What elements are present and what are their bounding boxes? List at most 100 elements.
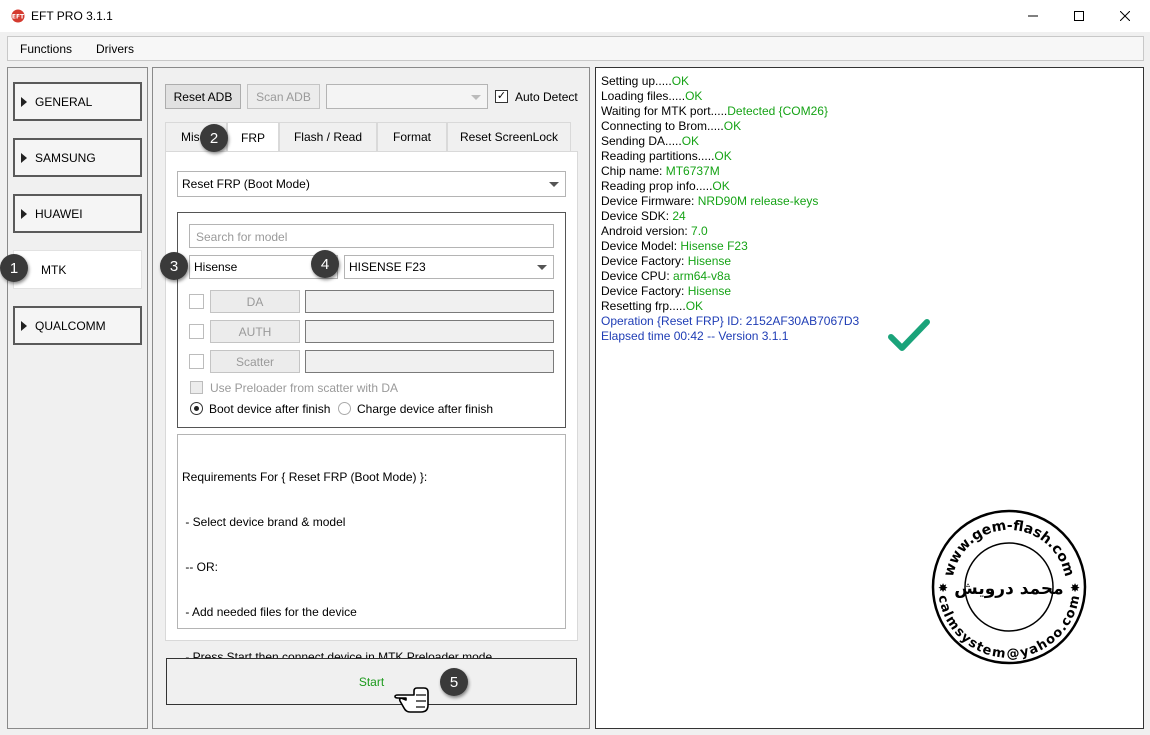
sidebar-item-mtk[interactable]: MTK [13,250,142,289]
log-label: Chip name: [601,164,666,178]
expand-arrow-icon [21,152,27,163]
log-line: Connecting to Brom.....OK [601,119,741,133]
tab-reset-screenlock[interactable]: Reset ScreenLock [447,122,571,151]
tab-frp[interactable]: FRP [227,122,279,152]
watermark-name-text: محمد درويش [954,579,1063,599]
scatter-checkbox[interactable] [189,354,204,369]
window-title: EFT PRO 3.1.1 [31,9,113,23]
step-badge-2: 2 [200,124,228,152]
log-value: Hisense F23 [680,239,748,253]
tab-flash-read[interactable]: Flash / Read [279,122,377,151]
search-placeholder: Search for model [196,230,288,244]
dropdown-arrow-icon [471,94,481,100]
model-search-input[interactable]: Search for model [189,224,554,248]
log-label: Device Factory: [601,254,688,268]
log-label: Setting up..... [601,74,672,88]
tab-format[interactable]: Format [377,122,447,151]
requirements-line: - Select device brand & model [182,515,346,529]
radio-selected-dot [194,406,199,411]
sidebar-item-huawei[interactable]: HUAWEI [13,194,142,233]
sidebar-item-general[interactable]: GENERAL [13,82,142,121]
charge-after-finish-label: Charge device after finish [357,402,494,416]
start-label: Start [358,674,385,689]
scatter-path-field[interactable] [305,350,554,373]
log-value: Hisense [687,284,732,298]
log-label: Connecting to Brom..... [601,119,724,133]
app-logo-icon: EFT [11,9,25,23]
tab-label: FRP [241,130,265,145]
log-value: OK [714,149,732,163]
minimize-button[interactable] [1010,0,1056,32]
log-label: Waiting for MTK port..... [601,104,728,118]
frp-mode-value: Reset FRP (Boot Mode) [182,177,310,191]
log-line: Setting up.....OK [601,74,689,88]
sidebar-item-label: QUALCOMM [35,318,106,333]
log-value: 24 [672,209,686,223]
boot-after-finish-radio[interactable] [190,402,203,415]
minimize-icon [1028,15,1038,17]
log-value: OK [712,179,730,193]
log-line: Sending DA.....OK [601,134,699,148]
tab-label: Format [392,130,431,144]
log-info-line: Elapsed time 00:42 -- Version 3.1.1 [601,329,789,343]
use-preloader-label: Use Preloader from scatter with DA [210,381,399,395]
log-value: MT6737M [665,164,720,178]
log-label: Device Factory: [601,284,688,298]
log-value: OK [685,299,704,313]
log-value: OK [681,134,700,148]
scan-adb-button[interactable]: Scan ADB [247,84,320,109]
log-value: OK [671,74,690,88]
success-checkmark-icon [888,319,930,351]
auth-checkbox[interactable] [189,324,204,339]
log-label: Reading prop info..... [601,179,713,193]
log-label: Sending DA..... [601,134,682,148]
use-preloader-checkbox[interactable] [190,381,203,394]
model-value: HISENSE F23 [349,260,426,274]
auto-detect-checkbox[interactable]: ✓ [495,90,508,103]
log-line: Device Factory: Hisense [601,284,731,298]
port-select[interactable] [326,84,488,109]
sidebar-item-label: GENERAL [35,94,93,109]
close-button[interactable] [1102,0,1148,32]
menu-functions[interactable]: Functions [20,42,72,56]
model-select[interactable]: HISENSE F23 [344,255,554,279]
expand-arrow-icon [21,208,27,219]
da-checkbox[interactable] [189,294,204,309]
log-label: Device Firmware: [601,194,698,208]
star-icon: ✸ [1070,581,1080,595]
log-line: Device SDK: 24 [601,209,686,223]
log-value: NRD90M release-keys [697,194,819,208]
log-line: Chip name: MT6737M [601,164,720,178]
log-label: Android version: [601,224,692,238]
brand-value: Hisense [194,260,238,274]
log-line: Loading files.....OK [601,89,702,103]
frp-mode-select[interactable]: Reset FRP (Boot Mode) [177,171,566,197]
menu-bar: Functions Drivers [7,36,1144,61]
scatter-button[interactable]: Scatter [210,350,300,373]
auth-button[interactable]: AUTH [210,320,300,343]
menu-drivers[interactable]: Drivers [96,42,134,56]
log-line: Device Factory: Hisense [601,254,731,268]
step-badge-3: 3 [160,252,188,280]
log-line: Device Firmware: NRD90M release-keys [601,194,818,208]
brand-sidebar: GENERAL SAMSUNG HUAWEI MTK QUALCOMM [7,67,148,729]
da-button[interactable]: DA [210,290,300,313]
auth-path-field[interactable] [305,320,554,343]
log-line: Device CPU: arm64-v8a [601,269,730,283]
requirements-textbox[interactable]: Requirements For { Reset FRP (Boot Mode)… [177,434,566,664]
hand-pointer-icon [394,687,429,713]
maximize-button[interactable] [1056,0,1102,32]
log-line: Resetting frp.....OK [601,299,703,313]
reset-adb-button[interactable]: Reset ADB [165,84,241,109]
start-button[interactable]: Start [166,658,577,705]
sidebar-item-qualcomm[interactable]: QUALCOMM [13,306,142,345]
checkmark-icon: ✓ [496,90,507,102]
charge-after-finish-radio[interactable] [338,402,351,415]
boot-after-finish-label: Boot device after finish [209,402,331,416]
log-line: Reading partitions.....OK [601,149,732,163]
sidebar-item-label: HUAWEI [35,206,83,221]
sidebar-item-samsung[interactable]: SAMSUNG [13,138,142,177]
da-path-field[interactable] [305,290,554,313]
log-line: Device Model: Hisense F23 [601,239,748,253]
svg-text:calmsystem@yahoo.com: calmsystem@yahoo.com [935,594,1084,662]
